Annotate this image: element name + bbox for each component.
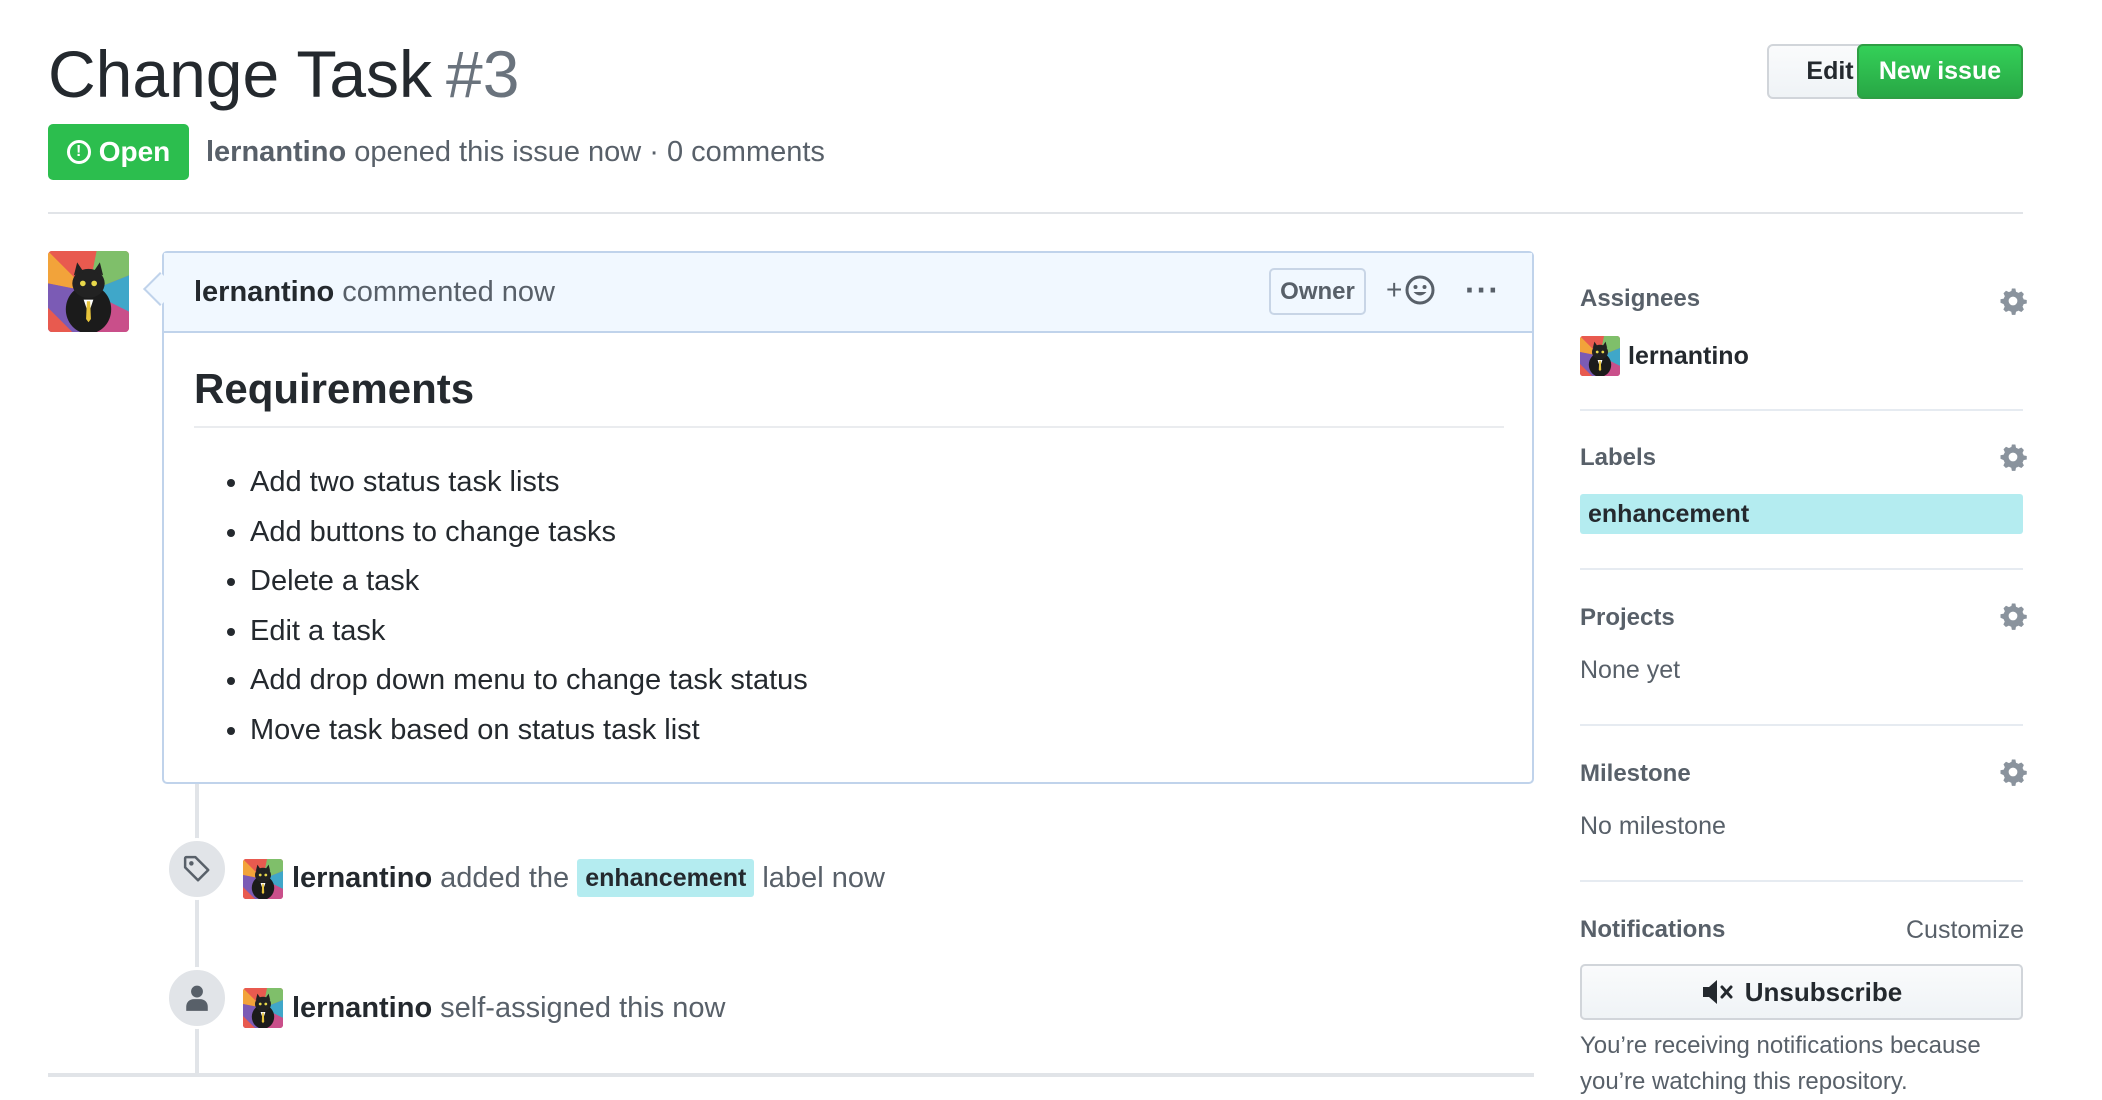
timeline-avatar[interactable] (243, 859, 283, 899)
mute-icon (1702, 980, 1733, 1004)
plus-icon: + (1386, 274, 1403, 305)
event-author-link[interactable]: lernantino (292, 858, 432, 898)
new-issue-button[interactable]: New issue (1857, 44, 2023, 99)
person-icon (186, 985, 208, 1011)
list-item: Move task based on status task list (250, 706, 808, 756)
issue-opened-icon: ! (66, 140, 91, 164)
list-item: Edit a task (250, 607, 808, 657)
timeline-line (195, 784, 199, 1074)
milestone-heading[interactable]: Milestone (1580, 760, 1691, 788)
timeline-bottom-divider (48, 1073, 1534, 1077)
event-text: label now (762, 862, 885, 894)
unsubscribe-label: Unsubscribe (1744, 976, 1903, 1007)
comment-author-line: lernantino commented now (194, 272, 555, 312)
labels-gear-icon[interactable] (1998, 442, 2028, 472)
notification-reason: You’re receiving notifications because y… (1580, 1032, 1981, 1095)
heading-divider (194, 426, 1504, 428)
header-divider (48, 212, 2023, 214)
issue-meta: lernantino opened this issue now · 0 com… (206, 132, 825, 172)
label-chip[interactable]: enhancement (1580, 494, 2023, 534)
issue-author-link[interactable]: lernantino (206, 136, 346, 168)
issue-number: #3 (446, 37, 520, 111)
sidebar-divider (1580, 880, 2023, 882)
requirements-list: Add two status task lists Add buttons to… (194, 458, 808, 755)
event-author-link[interactable]: lernantino (292, 988, 432, 1028)
add-reaction-button[interactable]: + (1386, 274, 1436, 306)
event-text: added the (440, 862, 570, 894)
projects-gear-icon[interactable] (1998, 601, 2028, 631)
unsubscribe-button[interactable]: Unsubscribe (1580, 964, 2023, 1020)
sidebar-divider (1580, 568, 2023, 570)
issue-state-label: Open (98, 136, 171, 167)
list-item: Add buttons to change tasks (250, 508, 808, 558)
label-chip[interactable]: enhancement (577, 859, 755, 897)
timeline-labeled-event: lernantino added the enhancement label n… (292, 858, 885, 898)
sidebar-divider (1580, 409, 2023, 411)
customize-link[interactable]: Customize (1906, 916, 2024, 945)
list-item: Add two status task lists (250, 458, 808, 508)
timeline-badge-person (166, 967, 228, 1029)
event-text: self-assigned this now (440, 992, 726, 1024)
projects-value: None yet (1580, 656, 1681, 684)
milestone-value: No milestone (1580, 812, 1726, 840)
assignees-heading[interactable]: Assignees (1580, 285, 1700, 313)
labels-heading[interactable]: Labels (1580, 444, 1656, 472)
issue-title-text: Change Task (48, 37, 433, 111)
owner-badge: Owner (1269, 268, 1366, 315)
kebab-menu-icon[interactable]: ··· (1465, 272, 1500, 309)
comment-author-link[interactable]: lernantino (194, 276, 334, 308)
list-item: Delete a task (250, 557, 808, 607)
assignee-name[interactable]: lernantino (1628, 338, 1749, 374)
comment-author-avatar[interactable] (48, 251, 129, 332)
notifications-heading: Notifications (1580, 916, 1726, 943)
comment-heading: Requirements (194, 365, 475, 412)
projects-heading[interactable]: Projects (1580, 604, 1675, 632)
assignee-avatar[interactable] (1580, 336, 1620, 376)
assignees-gear-icon[interactable] (1998, 286, 2028, 316)
milestone-gear-icon[interactable] (1998, 757, 2028, 787)
comment-action-text: commented now (342, 276, 556, 308)
timeline-assigned-event: lernantino self-assigned this now (292, 988, 726, 1028)
timeline-avatar[interactable] (243, 988, 283, 1028)
list-item: Add drop down menu to change task status (250, 656, 808, 706)
sidebar-divider (1580, 724, 2023, 726)
tag-icon (183, 855, 210, 882)
issue-meta-text: opened this issue now · 0 comments (354, 136, 825, 168)
issue-state-badge: ! Open (48, 124, 189, 180)
issue-title: Change Task #3 (48, 34, 519, 114)
timeline-badge-label (166, 838, 228, 900)
smiley-icon (1405, 275, 1435, 305)
